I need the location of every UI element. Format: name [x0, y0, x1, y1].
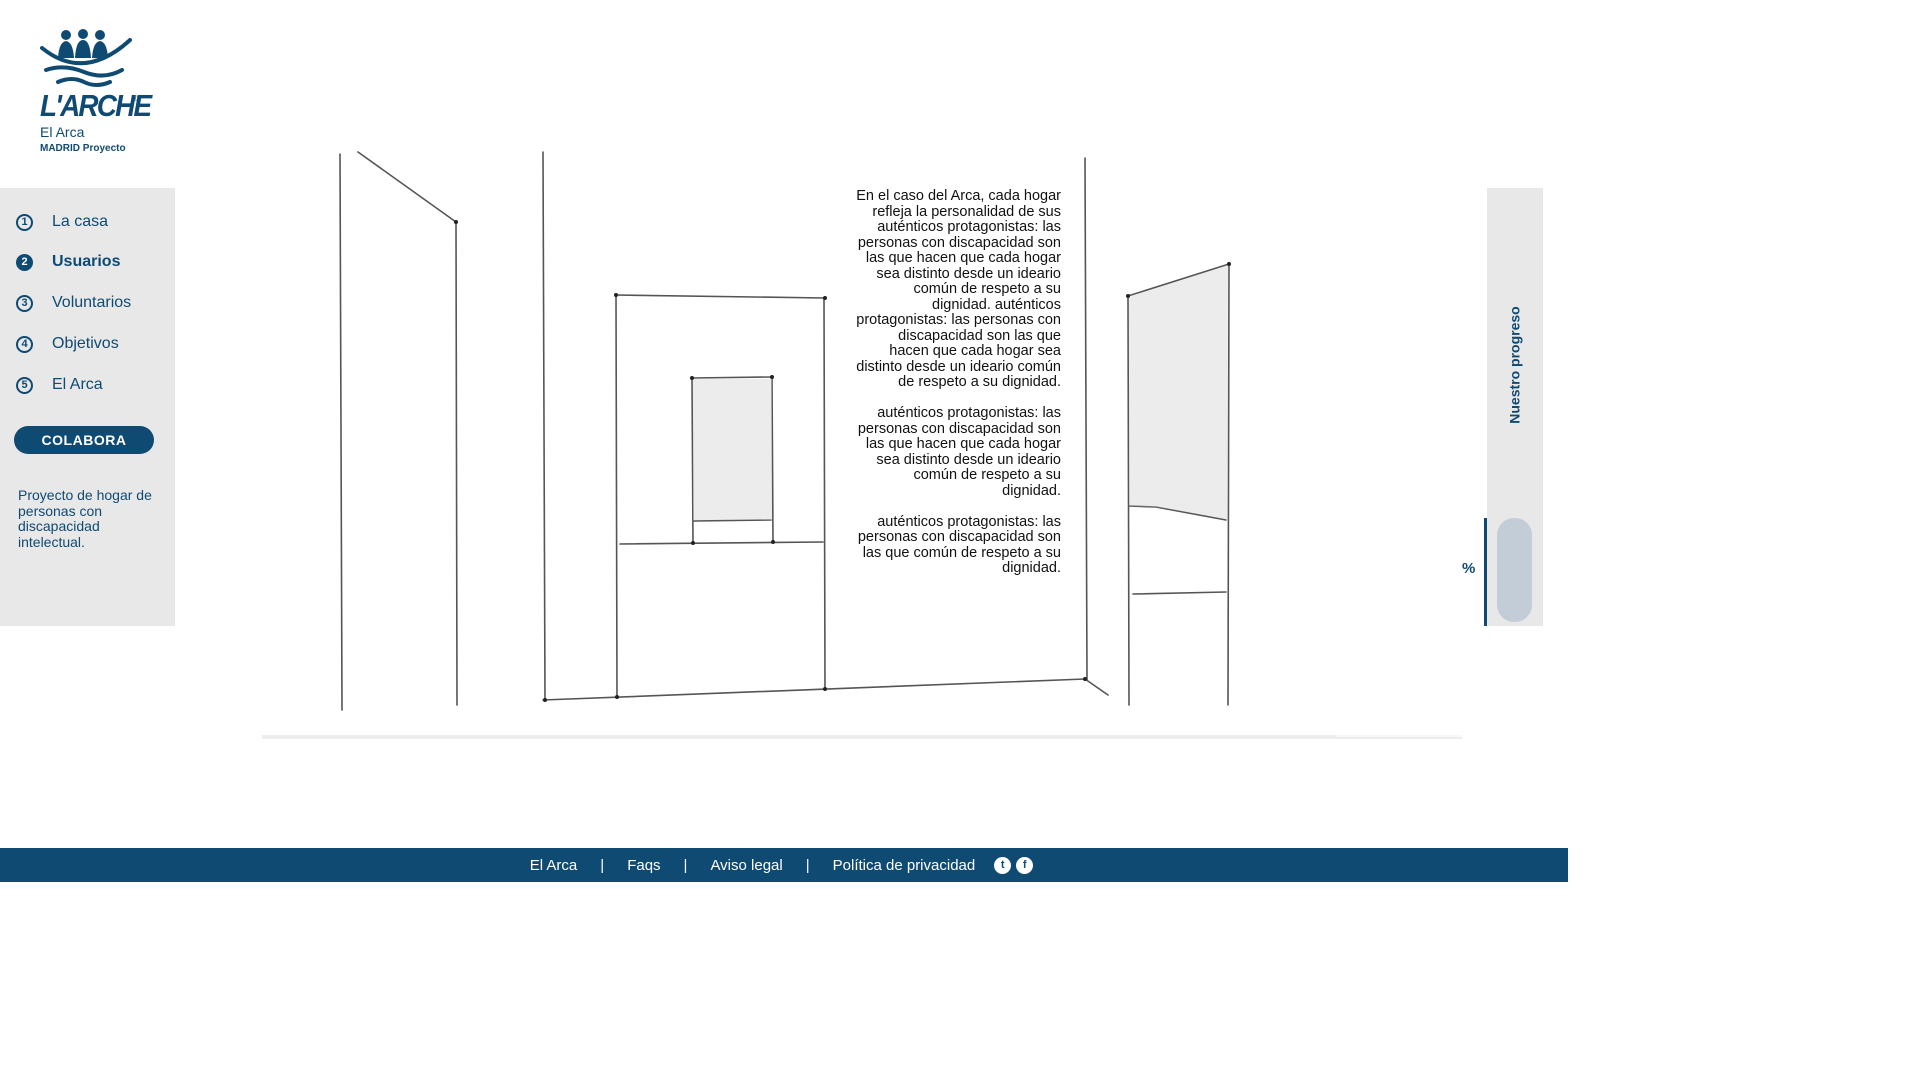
nav-item-voluntarios[interactable]: 3 Voluntarios [16, 291, 131, 315]
progress-indicator [1484, 518, 1487, 626]
larche-boat-people-icon [40, 29, 132, 87]
nav-item-label: Voluntarios [52, 294, 132, 311]
scrollbar-thumb[interactable] [1336, 735, 1462, 737]
progress-track[interactable] [1497, 518, 1532, 622]
room-sketch-illustration [339, 151, 1231, 711]
footer-separator: | [600, 856, 605, 874]
brand-subtitle: El Arca [40, 124, 85, 140]
nav-number-icon: 4 [16, 335, 33, 353]
nav-item-label: Objetivos [52, 335, 119, 352]
nav-item-la-casa[interactable]: 1 La casa [16, 210, 108, 234]
footer-separator: | [683, 856, 688, 874]
logo[interactable]: L'ARCHE ® El Arca MADRID Proyecto [36, 26, 156, 161]
nav-item-usuarios[interactable]: 2 Usuarios [16, 250, 120, 274]
progress-title: Nuestro progreso [1492, 300, 1538, 430]
footer-separator: | [805, 856, 810, 874]
nav-item-el-arca[interactable]: 5 El Arca [16, 373, 103, 397]
nav-item-label: El Arca [52, 376, 103, 393]
nav-item-objetivos[interactable]: 4 Objetivos [16, 332, 119, 356]
social-links: t f [994, 856, 1038, 874]
progress-title-label: Nuestro progreso [1507, 306, 1523, 424]
story-paragraph: En el caso del Arca, cada hogar refleja … [856, 188, 1061, 390]
footer-link-faqs[interactable]: Faqs [627, 857, 660, 874]
brand-tagline: MADRID Proyecto [40, 143, 126, 154]
footer: El Arca | Faqs | Aviso legal | Política … [0, 848, 1568, 882]
story-paragraph: auténticos protagonistas: las personas c… [857, 405, 1061, 499]
horizontal-scrollbar[interactable] [262, 735, 1462, 739]
footer-link-privacidad[interactable]: Política de privacidad [833, 857, 976, 874]
progress-percent: % [1462, 560, 1476, 577]
nav-number-icon: 3 [16, 294, 33, 312]
nav-item-label: La casa [52, 213, 109, 230]
colabora-button[interactable]: COLABORA [14, 426, 154, 454]
footer-link-el-arca[interactable]: El Arca [530, 857, 578, 874]
project-description: Proyecto de hogar de personas con discap… [18, 487, 152, 550]
nav-number-icon: 5 [16, 376, 33, 394]
registered-mark: ® [132, 94, 138, 103]
twitter-icon[interactable]: t [994, 856, 1012, 874]
facebook-icon[interactable]: f [1016, 856, 1034, 874]
nav-item-label: Usuarios [52, 253, 121, 270]
nav-number-icon: 2 [16, 253, 33, 271]
sidebar: 1 La casa 2 Usuarios 3 Voluntarios 4 Obj… [0, 188, 175, 626]
story-text: En el caso del Arca, cada hogar refleja … [856, 188, 1061, 592]
story-paragraph: auténticos protagonistas: las personas c… [857, 513, 1061, 576]
footer-link-aviso-legal[interactable]: Aviso legal [710, 857, 782, 874]
nav-number-icon: 1 [16, 213, 33, 231]
